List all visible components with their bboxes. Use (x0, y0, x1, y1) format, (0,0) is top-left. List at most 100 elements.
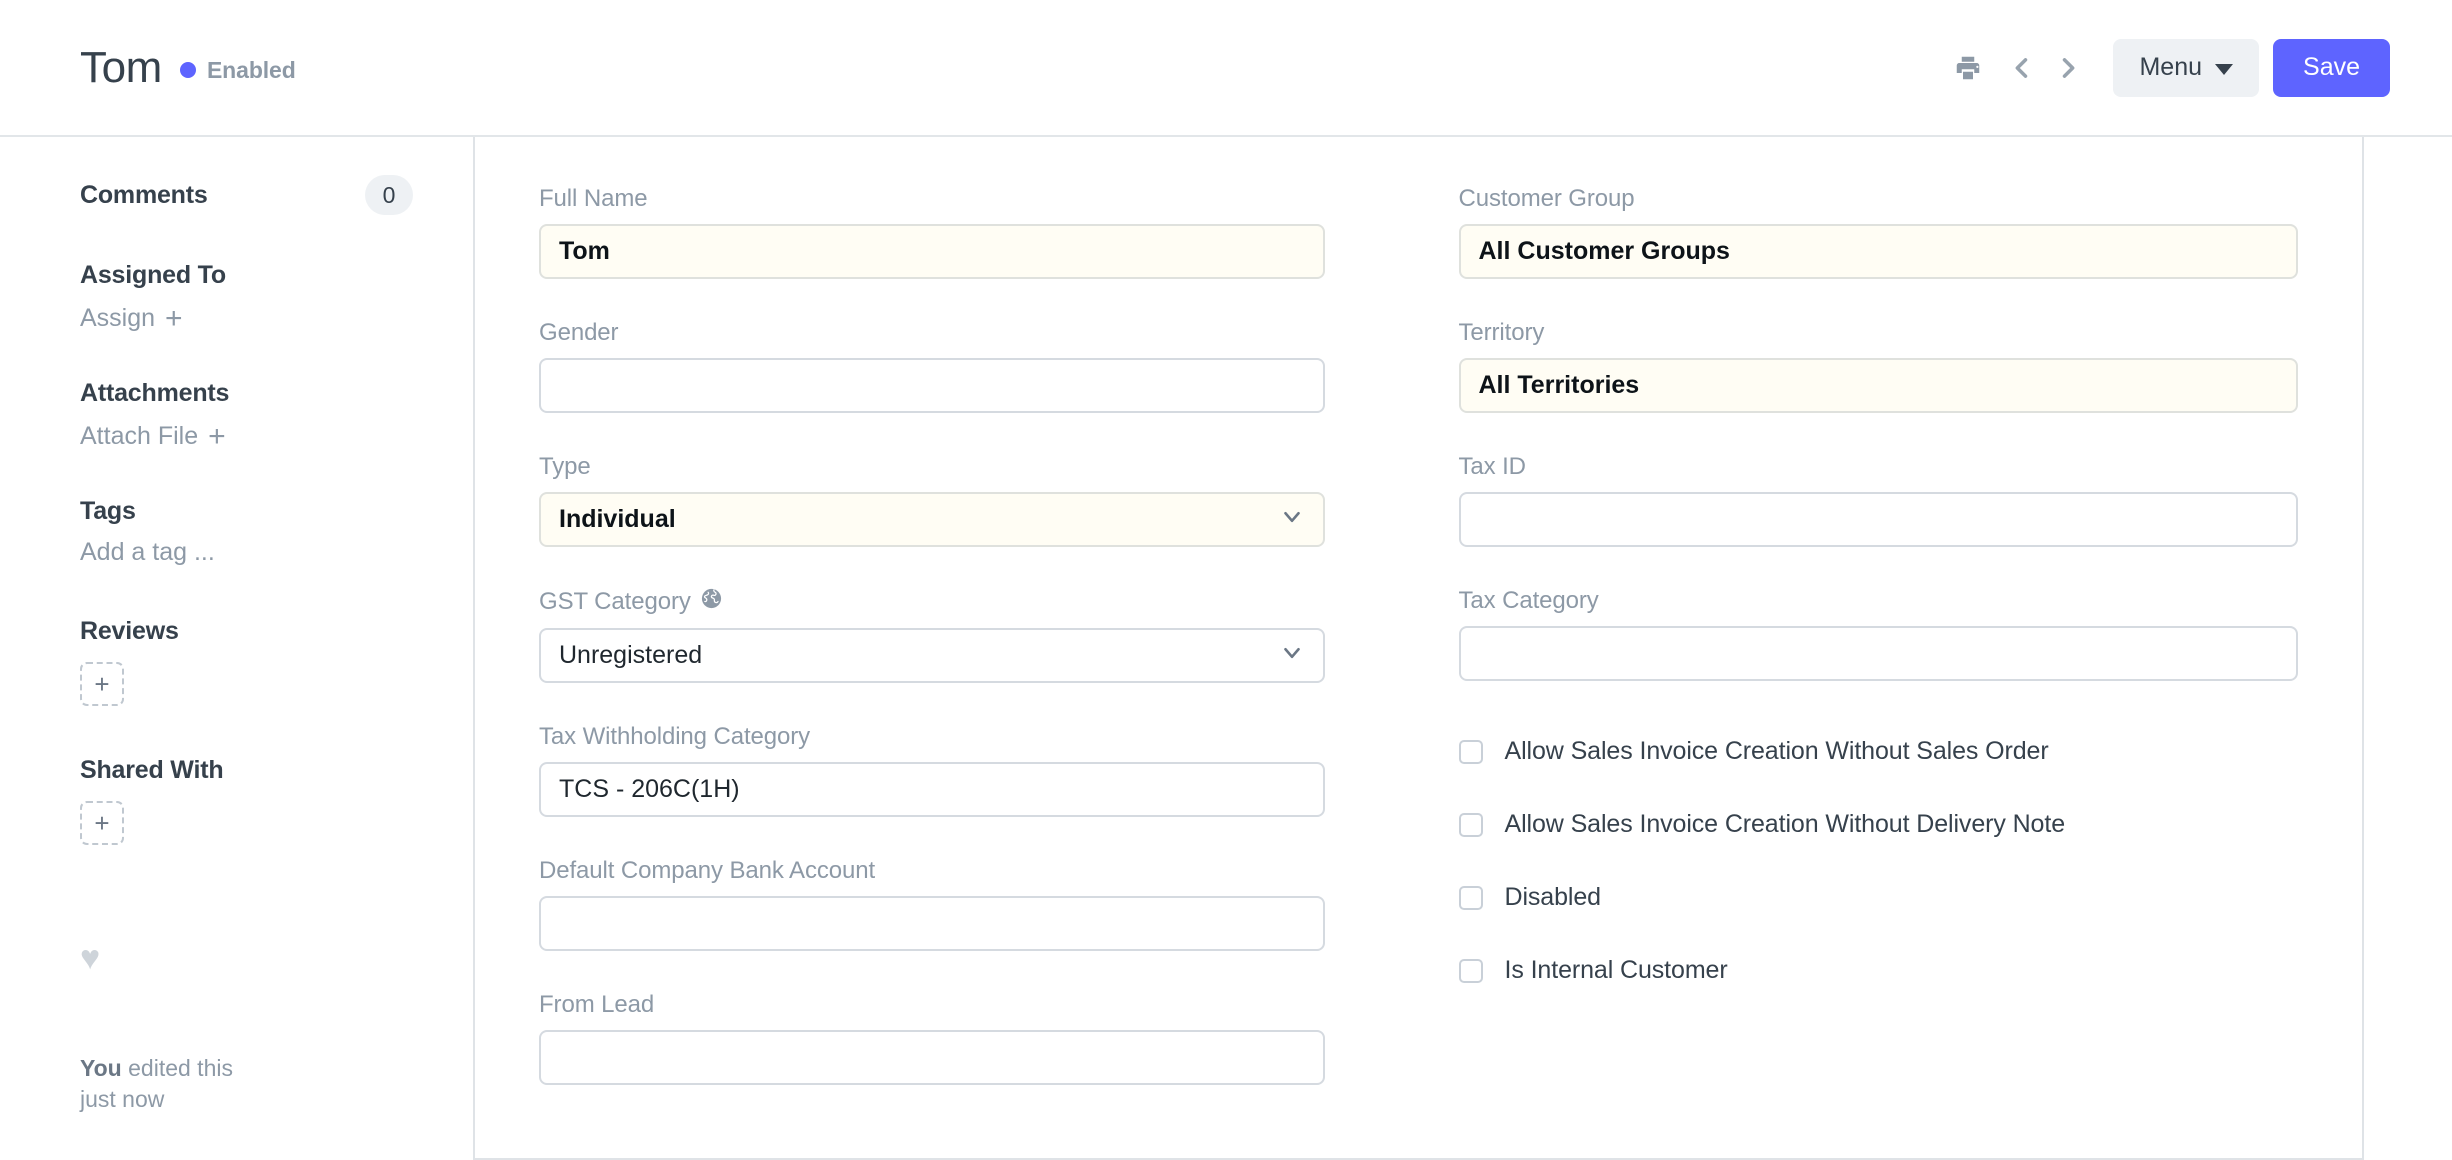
tags-label: Tags (80, 497, 136, 525)
field-label-tax-category: Tax Category (1458, 587, 1599, 614)
globe-icon (700, 587, 723, 617)
customer-form-page: Tom Enabled Menu Save Comments 0 Assigne… (0, 0, 2452, 1160)
field-tax-category: Tax Category (1458, 587, 2298, 681)
chevron-down-icon (2215, 63, 2234, 75)
field-territory: Territory All Territories (1458, 319, 2298, 413)
status-badge: Enabled (179, 56, 296, 84)
field-gst-category: GST Category Unregistered (539, 587, 1325, 683)
field-label-gst-category: GST Category (539, 587, 1325, 617)
edited-by-user: You (80, 1055, 122, 1081)
attach-file-button[interactable]: Attach File + (80, 419, 413, 453)
chevron-down-icon (1279, 639, 1305, 672)
form-column-right: Customer Group All Customer Groups Terri… (1419, 185, 2299, 1125)
field-label-tax-id: Tax ID (1458, 453, 1527, 480)
checkbox-disabled[interactable]: Disabled (1458, 883, 2299, 912)
checkbox-label: Allow Sales Invoice Creation Without Del… (1504, 810, 2066, 838)
field-type: Type Individual (539, 453, 1325, 547)
form-grid: Full Name Tom Gender Type Individual GST… (539, 185, 2298, 1125)
input-from-lead[interactable] (539, 1030, 1325, 1085)
field-label-gst-category-text: GST Category (539, 588, 691, 615)
page-header: Tom Enabled Menu Save (0, 0, 2452, 137)
field-full-name: Full Name Tom (539, 185, 1325, 279)
add-review-button[interactable]: + (80, 662, 124, 706)
checkbox-is-internal-customer[interactable]: Is Internal Customer (1458, 956, 2299, 985)
field-tax-withholding-category: Tax Withholding Category TCS - 206C(1H) (539, 723, 1325, 817)
field-label-gender: Gender (539, 319, 619, 346)
attachments-label: Attachments (80, 379, 230, 407)
checkbox-icon[interactable] (1458, 739, 1483, 764)
print-button[interactable] (1945, 45, 1991, 91)
status-label: Enabled (206, 56, 296, 83)
checkbox-icon[interactable] (1458, 958, 1483, 983)
next-record-button[interactable] (2045, 45, 2091, 91)
input-customer-group[interactable]: All Customer Groups (1458, 224, 2298, 279)
checkbox-group-spacer (1459, 721, 2299, 737)
menu-button-label: Menu (2139, 53, 2203, 81)
heart-icon[interactable]: ♥ (80, 941, 413, 975)
page-title: Tom (80, 42, 162, 92)
field-default-company-bank-account: Default Company Bank Account (539, 857, 1325, 951)
checkbox-allow-sales-invoice-without-delivery-note[interactable]: Allow Sales Invoice Creation Without Del… (1458, 810, 2299, 839)
add-shared-user-button[interactable]: + (80, 801, 124, 845)
field-label-from-lead: From Lead (539, 991, 655, 1018)
checkbox-icon[interactable] (1458, 885, 1483, 910)
comments-label: Comments (80, 180, 208, 209)
select-gst-category-value: Unregistered (559, 641, 703, 669)
input-default-company-bank-account[interactable] (539, 896, 1325, 951)
field-customer-group: Customer Group All Customer Groups (1458, 185, 2298, 279)
input-tax-category[interactable] (1458, 626, 2298, 681)
add-tag-input[interactable]: Add a tag ... (80, 538, 413, 567)
input-territory-value: All Territories (1478, 371, 1640, 399)
sidebar: Comments 0 Assigned To Assign + Attachme… (0, 137, 473, 1160)
sidebar-section-shared-with: Shared With + (80, 756, 413, 845)
menu-button[interactable]: Menu (2113, 38, 2260, 97)
chevron-right-icon (2054, 54, 2082, 82)
input-tax-id[interactable] (1458, 492, 2298, 547)
checkbox-label: Is Internal Customer (1504, 956, 1728, 984)
status-dot-icon (179, 62, 196, 78)
add-tag-placeholder: Add a tag ... (80, 538, 215, 566)
field-label-full-name: Full Name (539, 185, 648, 212)
field-from-lead: From Lead (539, 991, 1325, 1085)
field-gender: Gender (539, 319, 1325, 413)
reviews-label: Reviews (80, 617, 179, 645)
sidebar-section-reviews: Reviews + (80, 617, 413, 706)
sidebar-section-comments[interactable]: Comments 0 (80, 175, 413, 215)
field-tax-id: Tax ID (1458, 453, 2298, 547)
comments-count-badge: 0 (365, 175, 413, 215)
previous-record-button[interactable] (1999, 45, 2045, 91)
plus-icon: + (208, 419, 226, 453)
input-tax-withholding-category-value: TCS - 206C(1H) (559, 775, 740, 803)
input-full-name-value: Tom (559, 237, 610, 265)
header-toolbar: Menu Save (1945, 38, 2390, 97)
input-gender[interactable] (539, 358, 1325, 413)
form-panel: Full Name Tom Gender Type Individual GST… (473, 137, 2364, 1160)
sidebar-section-assigned-to: Assigned To Assign + (80, 261, 413, 333)
field-label-customer-group: Customer Group (1458, 185, 1635, 212)
save-button[interactable]: Save (2273, 38, 2390, 97)
page-body: Comments 0 Assigned To Assign + Attachme… (0, 137, 2452, 1160)
form-column-left: Full Name Tom Gender Type Individual GST… (539, 185, 1419, 1125)
record-navigation (1999, 45, 2091, 91)
attach-file-label: Attach File (80, 422, 199, 450)
field-label-territory: Territory (1458, 319, 1545, 346)
input-tax-withholding-category[interactable]: TCS - 206C(1H) (539, 762, 1325, 817)
assign-label: Assign (80, 304, 156, 332)
assign-button[interactable]: Assign + (80, 301, 413, 335)
select-type[interactable]: Individual (539, 492, 1325, 547)
input-full-name[interactable]: Tom (539, 224, 1325, 279)
field-label-type: Type (539, 453, 591, 480)
checkbox-icon[interactable] (1458, 812, 1483, 837)
sidebar-section-tags: Tags Add a tag ... (80, 497, 413, 567)
plus-icon: + (165, 301, 183, 335)
chevron-down-icon (1279, 503, 1305, 536)
field-label-default-company-bank-account: Default Company Bank Account (539, 857, 876, 884)
printer-icon (1953, 53, 1983, 83)
input-territory[interactable]: All Territories (1458, 358, 2298, 413)
checkbox-label: Disabled (1504, 883, 1602, 911)
input-customer-group-value: All Customer Groups (1478, 237, 1730, 265)
sidebar-section-attachments: Attachments Attach File + (80, 379, 413, 451)
select-gst-category[interactable]: Unregistered (539, 628, 1325, 683)
checkbox-allow-sales-invoice-without-sales-order[interactable]: Allow Sales Invoice Creation Without Sal… (1458, 737, 2299, 766)
last-edited-note: You edited this just now (80, 1053, 413, 1115)
